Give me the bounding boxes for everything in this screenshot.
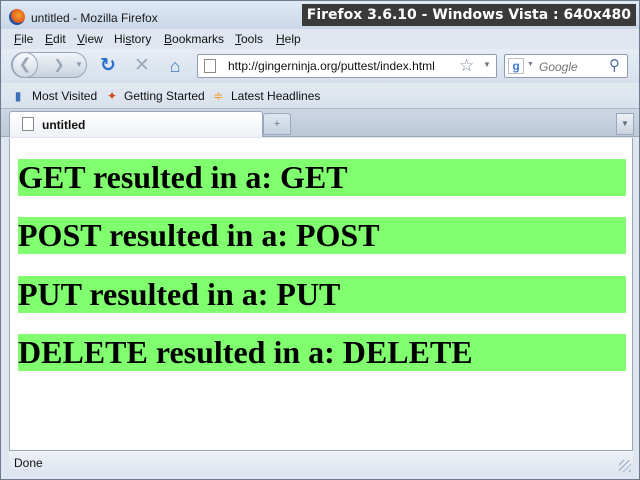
- window-title: untitled - Mozilla Firefox: [31, 11, 158, 25]
- menu-edit[interactable]: Edit: [45, 32, 66, 46]
- search-magnifier-icon[interactable]: ⚲: [609, 56, 620, 74]
- page-icon: [204, 59, 216, 73]
- new-tab-button[interactable]: +: [263, 113, 291, 135]
- stop-button[interactable]: ✕: [131, 55, 153, 77]
- resize-grip[interactable]: [619, 460, 631, 472]
- menu-bookmarks[interactable]: Bookmarks: [164, 32, 224, 46]
- menu-view[interactable]: View: [77, 32, 103, 46]
- bookmark-icon: ▮: [14, 89, 22, 103]
- search-bar[interactable]: g ▼ ⚲: [504, 54, 628, 78]
- history-dropdown-button[interactable]: ▼: [75, 57, 85, 73]
- chevron-down-icon: ▼: [621, 119, 629, 128]
- search-engine-dropdown-icon[interactable]: ▼: [527, 61, 534, 68]
- title-bar: untitled - Mozilla Firefox Firefox 3.6.1…: [1, 1, 639, 29]
- status-bar: Done: [9, 450, 633, 474]
- bookmarks-toolbar: ▮ Most Visited ✦ Getting Started ≑ Lates…: [1, 83, 639, 109]
- version-overlay-label: Firefox 3.6.10 - Windows Vista : 640x480: [301, 4, 636, 26]
- forward-button[interactable]: ❯: [45, 56, 73, 74]
- home-button[interactable]: ⌂: [164, 55, 186, 77]
- menu-bar: File Edit View History Bookmarks Tools H…: [1, 29, 639, 49]
- browser-window: untitled - Mozilla Firefox Firefox 3.6.1…: [0, 0, 640, 480]
- reload-button[interactable]: ↻: [97, 55, 119, 77]
- page-icon: [22, 117, 34, 131]
- search-input[interactable]: [539, 59, 603, 75]
- page-content: GET resulted in a: GET POST resulted in …: [9, 138, 633, 450]
- home-icon: ⌂: [169, 56, 181, 76]
- firefox-icon: ✦: [106, 89, 118, 103]
- url-dropdown-icon[interactable]: ▼: [483, 60, 491, 69]
- menu-history[interactable]: History: [114, 32, 151, 46]
- back-button[interactable]: ❮: [12, 52, 38, 78]
- google-icon[interactable]: g: [508, 58, 524, 74]
- forward-arrow-icon: ❯: [53, 57, 65, 72]
- tab-list-button[interactable]: ▼: [616, 113, 634, 135]
- menu-help[interactable]: Help: [276, 32, 301, 46]
- stop-icon: ✕: [134, 55, 150, 76]
- result-get: GET resulted in a: GET: [18, 159, 626, 196]
- address-bar[interactable]: http://gingerninja.org/puttest/index.htm…: [197, 54, 497, 78]
- tab-untitled[interactable]: untitled: [9, 111, 263, 137]
- menu-file[interactable]: File: [14, 32, 33, 46]
- back-arrow-icon: ❮: [18, 56, 32, 73]
- tab-label: untitled: [42, 118, 86, 132]
- result-put: PUT resulted in a: PUT: [18, 276, 626, 313]
- bookmark-most-visited[interactable]: Most Visited: [32, 89, 97, 103]
- reload-icon: ↻: [100, 55, 116, 76]
- result-post: POST resulted in a: POST: [18, 217, 626, 254]
- result-delete: DELETE resulted in a: DELETE: [18, 334, 626, 371]
- bookmark-getting-started[interactable]: Getting Started: [124, 89, 205, 103]
- url-text[interactable]: http://gingerninja.org/puttest/index.htm…: [228, 59, 435, 73]
- bookmark-star-icon[interactable]: ☆: [459, 56, 474, 76]
- menu-tools[interactable]: Tools: [235, 32, 263, 46]
- bookmark-latest-headlines[interactable]: Latest Headlines: [231, 89, 320, 103]
- chevron-down-icon: ▼: [75, 60, 83, 69]
- rss-icon: ≑: [212, 89, 224, 103]
- status-text: Done: [14, 456, 43, 470]
- firefox-icon: [9, 9, 25, 25]
- plus-icon: +: [273, 118, 281, 130]
